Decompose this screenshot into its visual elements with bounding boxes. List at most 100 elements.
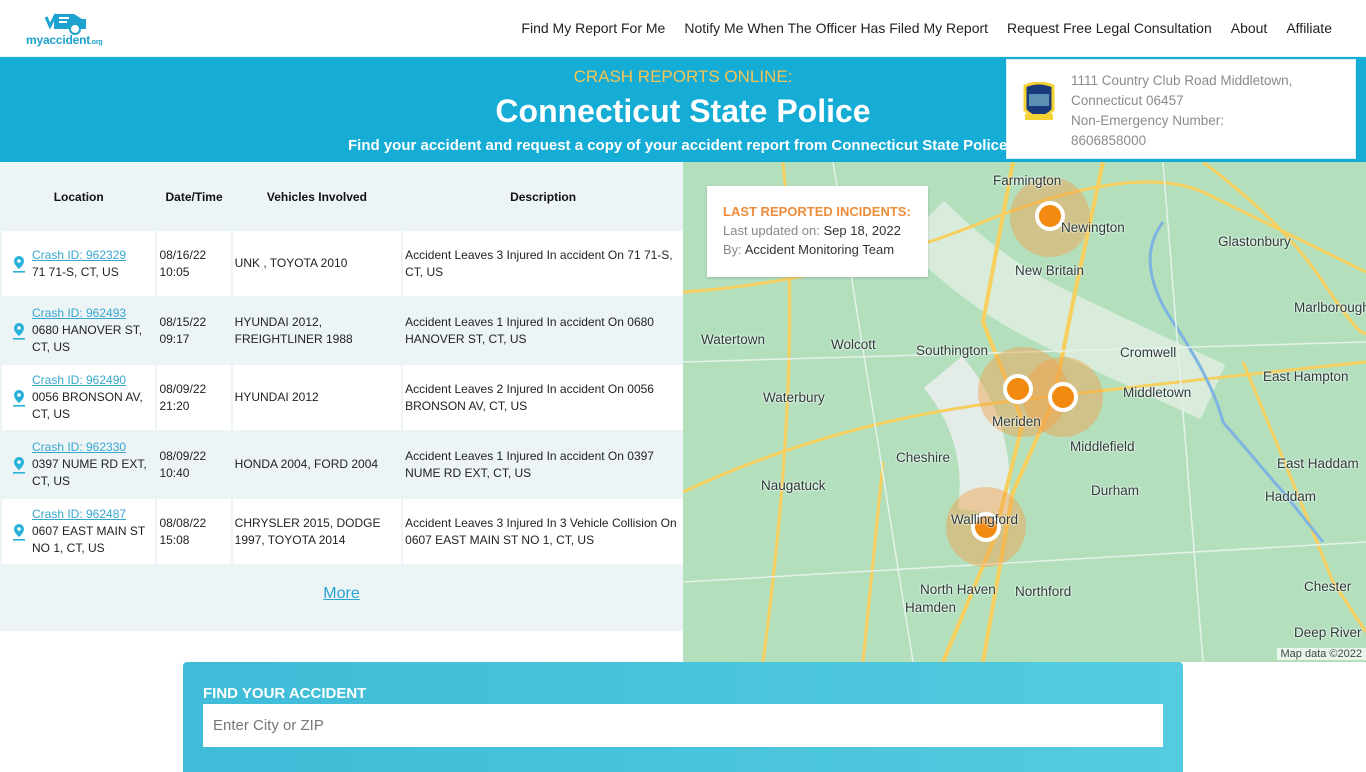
map-place-label: Cheshire — [896, 450, 950, 465]
location-cell: Crash ID: 96232971 71-S, CT, US — [2, 231, 155, 296]
map-place-label: Haddam — [1265, 489, 1316, 504]
location-cell: Crash ID: 9623300397 NUME RD EXT, CT, US — [2, 432, 155, 497]
state-police-badge-icon — [1023, 82, 1055, 122]
location-cell: Crash ID: 9624870607 EAST MAIN ST NO 1, … — [2, 499, 155, 564]
location-wrap: Crash ID: 9624900056 BRONSON AV, CT, US — [4, 372, 153, 423]
crash-address: 0607 EAST MAIN ST NO 1, CT, US — [32, 524, 145, 555]
crash-address: 0397 NUME RD EXT, CT, US — [32, 457, 147, 488]
map-place-label: New Britain — [1015, 263, 1084, 278]
table-row[interactable]: Crash ID: 96232971 71-S, CT, US 08/16/22 1… — [2, 231, 683, 296]
main-nav: Find My Report For Me Notify Me When The… — [521, 20, 1332, 36]
column-header-location: Location — [2, 164, 155, 229]
column-header-vehicles: Vehicles Involved — [233, 164, 401, 229]
map-place-label: Middletown — [1123, 385, 1191, 400]
more-link[interactable]: More — [323, 585, 359, 602]
description-cell: Accident Leaves 1 Injured In accident On… — [403, 432, 683, 497]
crash-time: 10:40 — [159, 466, 189, 480]
nav-about[interactable]: About — [1231, 20, 1268, 36]
crash-id-link[interactable]: Crash ID: 962487 — [32, 506, 153, 523]
datetime-cell: 08/15/22 09:17 — [157, 298, 230, 363]
location-text: Crash ID: 9624900056 BRONSON AV, CT, US — [32, 372, 153, 423]
last-updated-value: Sep 18, 2022 — [823, 223, 900, 238]
agency-phone[interactable]: 8606858000 — [1071, 131, 1292, 151]
vehicles-cell: CHRYSLER 2015, DODGE 1997, TOYOTA 2014 — [233, 499, 401, 564]
table-row[interactable]: Crash ID: 9624870607 EAST MAIN ST NO 1, … — [2, 499, 683, 564]
crash-date: 08/16/22 — [159, 248, 206, 262]
incident-marker[interactable] — [1003, 374, 1033, 404]
map-place-label: Durham — [1091, 483, 1139, 498]
crash-time: 10:05 — [159, 265, 189, 279]
map-place-label: Meriden — [992, 414, 1041, 429]
agency-address-line1: 1111 Country Club Road Middletown, — [1071, 71, 1292, 91]
crash-id-link[interactable]: Crash ID: 962490 — [32, 372, 153, 389]
location-wrap: Crash ID: 9624870607 EAST MAIN ST NO 1, … — [4, 506, 153, 557]
crash-date: 08/09/22 — [159, 449, 206, 463]
agency-address-line2: Connecticut 06457 — [1071, 91, 1292, 111]
incidents-card-title: LAST REPORTED INCIDENTS: — [723, 204, 912, 219]
location-text: Crash ID: 96232971 71-S, CT, US — [32, 247, 126, 281]
crash-id-link[interactable]: Crash ID: 962329 — [32, 247, 126, 264]
more-row: More — [0, 567, 683, 631]
updated-by: By: Accident Monitoring Team — [723, 242, 912, 257]
agency-contact: 1111 Country Club Road Middletown, Conne… — [1071, 71, 1292, 151]
map-pin-icon — [12, 523, 26, 541]
crash-address: 71 71-S, CT, US — [32, 265, 119, 279]
logo-text[interactable]: myaccident.org — [26, 33, 102, 47]
location-wrap: Crash ID: 9624930680 HANOVER ST, CT, US — [4, 305, 153, 356]
incidents-map[interactable]: Farmington Newington Glastonbury New Bri… — [683, 162, 1366, 662]
table-header-row: Location Date/Time Vehicles Involved Des… — [2, 164, 683, 229]
map-place-label: Glastonbury — [1218, 234, 1291, 249]
crash-id-link[interactable]: Crash ID: 962493 — [32, 305, 153, 322]
datetime-cell: 08/16/22 10:05 — [157, 231, 230, 296]
description-cell: Accident Leaves 3 Injured In accident On… — [403, 231, 683, 296]
map-place-label: Middlefield — [1070, 439, 1135, 454]
nav-find-my-report[interactable]: Find My Report For Me — [521, 20, 665, 36]
nav-affiliate[interactable]: Affiliate — [1286, 20, 1332, 36]
vehicles-cell: HONDA 2004, FORD 2004 — [233, 432, 401, 497]
map-attribution[interactable]: Map data ©2022 — [1277, 648, 1366, 660]
map-place-label: Wolcott — [831, 337, 876, 352]
map-place-label: Northford — [1015, 584, 1071, 599]
map-place-label: Waterbury — [763, 390, 825, 405]
map-place-label: Naugatuck — [761, 478, 826, 493]
last-reported-incidents-card: LAST REPORTED INCIDENTS: Last updated on… — [707, 186, 928, 277]
logo-suffix: .org — [90, 39, 102, 46]
vehicles-cell: UNK , TOYOTA 2010 — [233, 231, 401, 296]
nav-notify-me[interactable]: Notify Me When The Officer Has Filed My … — [684, 20, 988, 36]
location-cell: Crash ID: 9624930680 HANOVER ST, CT, US — [2, 298, 155, 363]
map-place-label: North Haven — [920, 582, 996, 597]
updated-by-label: By: — [723, 242, 742, 257]
map-place-label: Cromwell — [1120, 345, 1176, 360]
location-wrap: Crash ID: 9623300397 NUME RD EXT, CT, US — [4, 439, 153, 490]
updated-by-value: Accident Monitoring Team — [745, 242, 894, 257]
incident-marker[interactable] — [1048, 382, 1078, 412]
map-pin-icon — [12, 322, 26, 340]
crash-time: 15:08 — [159, 533, 189, 547]
crash-date: 08/15/22 — [159, 315, 206, 329]
location-text: Crash ID: 9624870607 EAST MAIN ST NO 1, … — [32, 506, 153, 557]
vehicles-cell: HYUNDAI 2012, FREIGHTLINER 1988 — [233, 298, 401, 363]
crash-address: 0680 HANOVER ST, CT, US — [32, 323, 142, 354]
city-zip-search-input[interactable] — [203, 704, 1163, 747]
map-place-label: Southington — [916, 343, 988, 358]
top-navigation-bar: myaccident.org Find My Report For Me Not… — [0, 0, 1366, 57]
crash-date: 08/08/22 — [159, 516, 206, 530]
datetime-cell: 08/09/22 10:40 — [157, 432, 230, 497]
hero-description: Find your accident and request a copy of… — [348, 137, 1007, 154]
nav-legal-consultation[interactable]: Request Free Legal Consultation — [1007, 20, 1212, 36]
agency-phone-label: Non-Emergency Number: — [1071, 111, 1292, 131]
column-header-description: Description — [403, 164, 683, 229]
crash-id-link[interactable]: Crash ID: 962330 — [32, 439, 153, 456]
description-cell: Accident Leaves 2 Injured In accident On… — [403, 365, 683, 430]
map-place-label: East Haddam — [1277, 456, 1359, 471]
table-row[interactable]: Crash ID: 9623300397 NUME RD EXT, CT, US… — [2, 432, 683, 497]
crash-time: 09:17 — [159, 332, 189, 346]
map-place-label: Watertown — [701, 332, 765, 347]
location-cell: Crash ID: 9624900056 BRONSON AV, CT, US — [2, 365, 155, 430]
find-accident-panel: FIND YOUR ACCIDENT — [183, 662, 1183, 772]
map-place-label: Marlborough — [1294, 300, 1366, 315]
table-row[interactable]: Crash ID: 9624930680 HANOVER ST, CT, US0… — [2, 298, 683, 363]
map-place-label: Hamden — [905, 600, 956, 615]
table-row[interactable]: Crash ID: 9624900056 BRONSON AV, CT, US0… — [2, 365, 683, 430]
map-pin-icon — [12, 456, 26, 474]
